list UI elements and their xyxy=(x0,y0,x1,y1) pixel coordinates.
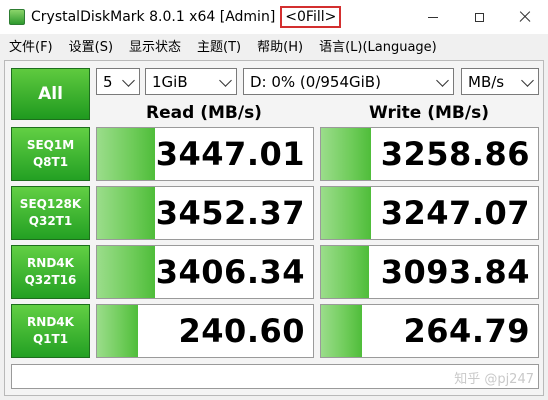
test-count-select[interactable]: 5 xyxy=(96,68,140,95)
test-size-value: 1GiB xyxy=(152,72,188,91)
maximize-icon xyxy=(474,12,484,22)
test-label-line1: SEQ1M xyxy=(26,138,75,152)
write-header: Write (MB/s) xyxy=(369,103,489,123)
window-title: CrystalDiskMark 8.0.1 x64 [Admin] xyxy=(31,9,276,25)
unit-select[interactable]: MB/s xyxy=(461,68,539,95)
test-label-line1: RND4K xyxy=(27,315,74,329)
chevron-down-icon xyxy=(122,74,135,87)
write-bar xyxy=(321,187,371,239)
menu-settings[interactable]: 设置(S) xyxy=(61,36,121,55)
close-icon xyxy=(519,11,531,23)
read-result-rnd4k-q1t1: 240.60 xyxy=(96,304,314,358)
drive-select[interactable]: D: 0% (0/954GiB) xyxy=(243,68,454,95)
menu-display[interactable]: 显示状态 xyxy=(121,36,189,55)
menu-language[interactable]: 语言(L)(Language) xyxy=(311,36,445,55)
test-label-line2: Q32T16 xyxy=(24,273,77,287)
write-value: 3093.84 xyxy=(380,253,530,291)
minimize-button[interactable] xyxy=(410,0,456,34)
rnd4k-q32t16-button[interactable]: RND4K Q32T16 xyxy=(11,245,90,299)
test-label-line1: SEQ128K xyxy=(19,197,82,211)
fill-tag: <0Fill> xyxy=(280,6,342,28)
test-label-line1: RND4K xyxy=(27,256,74,270)
unit-value: MB/s xyxy=(468,72,505,91)
close-button[interactable] xyxy=(502,0,548,34)
write-value: 264.79 xyxy=(403,312,530,350)
drive-value: D: 0% (0/954GiB) xyxy=(250,72,381,91)
read-bar xyxy=(97,305,139,357)
menu-theme[interactable]: 主题(T) xyxy=(189,36,249,55)
app-icon xyxy=(9,9,25,25)
test-size-select[interactable]: 1GiB xyxy=(145,68,237,95)
read-value: 3452.37 xyxy=(155,194,305,232)
all-button[interactable]: All xyxy=(11,68,90,120)
write-bar xyxy=(321,305,363,357)
minimize-icon xyxy=(428,16,438,18)
read-header: Read (MB/s) xyxy=(146,103,262,123)
seq128k-q32t1-button[interactable]: SEQ128K Q32T1 xyxy=(11,186,90,240)
chevron-down-icon xyxy=(521,74,534,87)
read-result-seq128k: 3452.37 xyxy=(96,186,314,240)
write-value: 3258.86 xyxy=(380,135,530,173)
read-result-seq1m: 3447.01 xyxy=(96,127,314,181)
write-result-rnd4k-q1t1: 264.79 xyxy=(320,304,539,358)
test-label-line2: Q32T1 xyxy=(28,214,73,228)
read-result-rnd4k-q32t16: 3406.34 xyxy=(96,245,314,299)
menu-bar: 文件(F) 设置(S) 显示状态 主题(T) 帮助(H) 语言(L)(Langu… xyxy=(0,34,548,56)
read-bar xyxy=(97,128,156,180)
seq1m-q8t1-button[interactable]: SEQ1M Q8T1 xyxy=(11,127,90,181)
title-bar: CrystalDiskMark 8.0.1 x64 [Admin] <0Fill… xyxy=(0,0,548,34)
read-bar xyxy=(97,246,156,298)
write-value: 3247.07 xyxy=(380,194,530,232)
read-value: 3406.34 xyxy=(155,253,305,291)
maximize-button[interactable] xyxy=(456,0,502,34)
write-result-seq128k: 3247.07 xyxy=(320,186,539,240)
watermark: 知乎 @pj247 xyxy=(454,372,534,387)
test-label-line2: Q1T1 xyxy=(32,332,69,346)
write-result-rnd4k-q32t16: 3093.84 xyxy=(320,245,539,299)
chevron-down-icon xyxy=(436,74,449,87)
menu-file[interactable]: 文件(F) xyxy=(0,36,61,55)
write-bar xyxy=(321,128,371,180)
write-result-seq1m: 3258.86 xyxy=(320,127,539,181)
menu-help[interactable]: 帮助(H) xyxy=(249,36,311,55)
rnd4k-q1t1-button[interactable]: RND4K Q1T1 xyxy=(11,304,90,358)
test-count-value: 5 xyxy=(103,72,113,91)
read-bar xyxy=(97,187,156,239)
chevron-down-icon xyxy=(219,74,232,87)
read-value: 3447.01 xyxy=(155,135,305,173)
write-bar xyxy=(321,246,369,298)
read-value: 240.60 xyxy=(178,312,305,350)
test-label-line2: Q8T1 xyxy=(32,155,69,169)
